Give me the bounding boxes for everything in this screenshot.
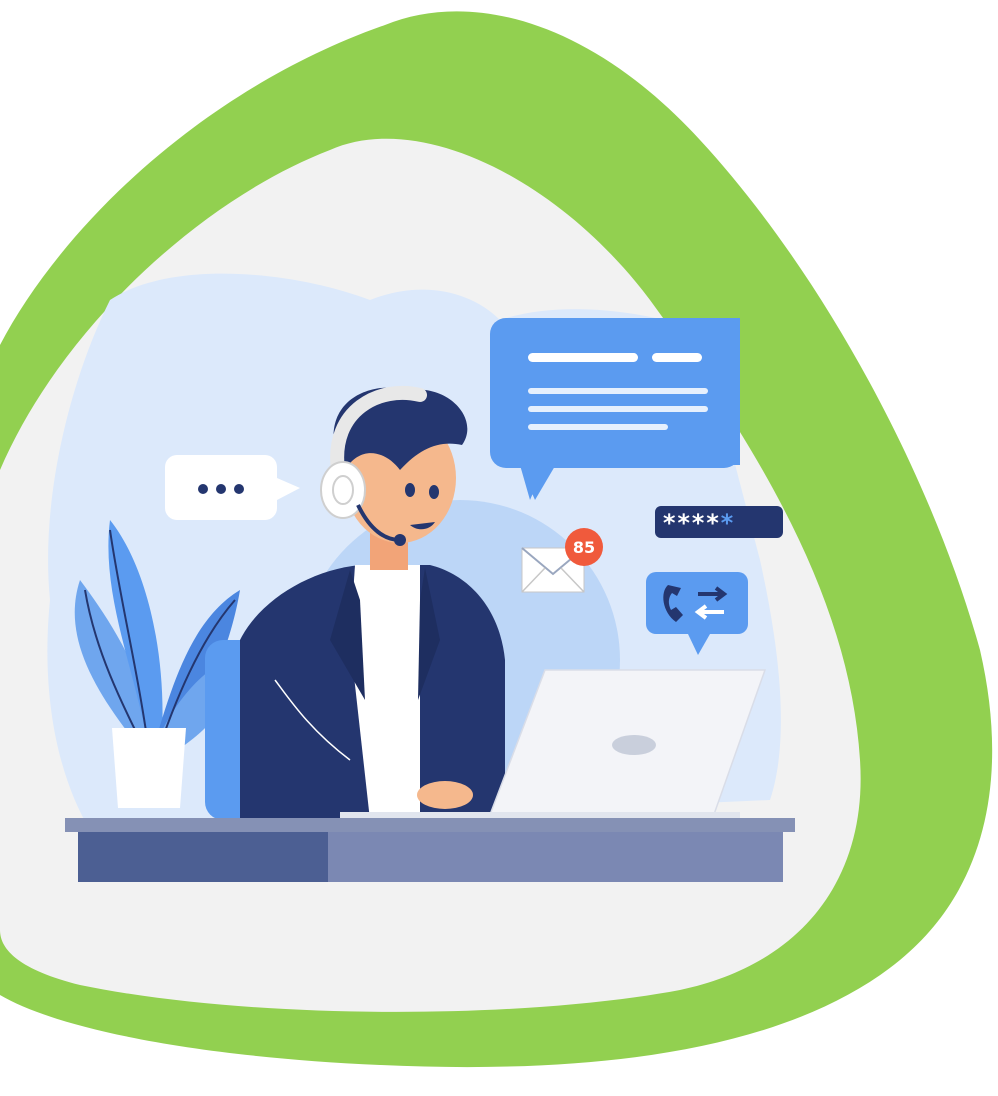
desk: [65, 818, 795, 882]
notification-count: 85: [573, 538, 595, 557]
password-field-icon: *****: [655, 506, 783, 538]
support-illustration: ***** 85: [0, 0, 998, 1096]
password-mask-text: *****: [662, 509, 734, 537]
illustration-canvas: ***** 85: [0, 11, 993, 1068]
notification-badge-icon: 85: [565, 528, 603, 566]
